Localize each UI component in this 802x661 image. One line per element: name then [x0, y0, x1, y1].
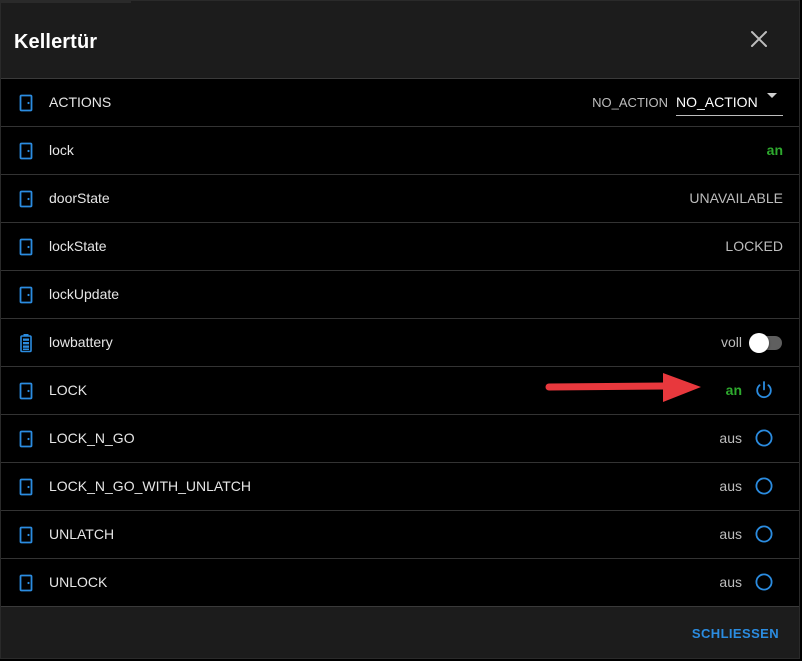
dropdown-arrow-icon	[767, 93, 777, 98]
entity-row-lockstate[interactable]: lockState LOCKED	[1, 223, 799, 271]
dialog-footer: SCHLIESSEN	[1, 607, 799, 660]
entity-state: NO_ACTION	[592, 95, 668, 110]
entity-row-lock-n-go: LOCK_N_GO aus	[1, 415, 799, 463]
entity-row-actions: ACTIONS NO_ACTION NO_ACTION	[1, 79, 799, 127]
entity-state: an	[725, 382, 742, 398]
close-icon	[751, 31, 767, 47]
entity-row-unlatch: UNLATCH aus	[1, 511, 799, 559]
dialog-header: Kellertür	[1, 1, 799, 79]
unlatch-button[interactable]	[753, 523, 775, 545]
door-icon	[19, 286, 33, 304]
lock-n-go-with-unlatch-button[interactable]	[753, 475, 775, 497]
entity-label: doorState	[49, 190, 110, 206]
circle-icon	[755, 573, 773, 591]
entity-state: UNAVAILABLE	[689, 190, 783, 206]
entity-state: aus	[719, 430, 742, 446]
close-dialog-button[interactable]: SCHLIESSEN	[692, 626, 779, 641]
entity-label: LOCK	[49, 382, 88, 398]
dialog-title: Kellertür	[14, 31, 98, 53]
actions-select[interactable]: NO_ACTION	[676, 87, 783, 116]
entity-dialog: Kellertür ACTIONS NO_ACTION NO_ACTION lo…	[0, 0, 800, 659]
entity-state: an	[766, 142, 783, 158]
power-icon	[756, 381, 772, 399]
close-button[interactable]	[749, 29, 769, 49]
entity-state: voll	[720, 334, 742, 350]
circle-icon	[755, 525, 773, 543]
circle-icon	[755, 477, 773, 495]
door-icon	[19, 478, 33, 496]
entity-row-lock-action: LOCK an	[1, 367, 799, 415]
lowbattery-toggle[interactable]	[749, 333, 782, 353]
toggle-thumb	[749, 333, 769, 353]
entity-label: lockState	[49, 238, 107, 254]
entity-row-unlock: UNLOCK aus	[1, 559, 799, 607]
entity-label: LOCK_N_GO	[49, 430, 135, 446]
entity-row-lowbattery: lowbattery voll	[1, 319, 799, 367]
entity-state: aus	[719, 526, 742, 542]
entity-label: LOCK_N_GO_WITH_UNLATCH	[49, 478, 252, 494]
door-icon	[19, 94, 33, 112]
entity-list: ACTIONS NO_ACTION NO_ACTION lock an door…	[1, 79, 799, 607]
circle-icon	[755, 429, 773, 447]
lock-n-go-button[interactable]	[753, 427, 775, 449]
door-icon	[19, 574, 33, 592]
entity-state: LOCKED	[725, 238, 783, 254]
entity-label: lockUpdate	[49, 286, 120, 302]
lock-power-button[interactable]	[753, 379, 775, 401]
entity-state: aus	[719, 574, 742, 590]
door-icon	[19, 430, 33, 448]
entity-row-lock[interactable]: lock an	[1, 127, 799, 175]
actions-select-value: NO_ACTION	[676, 94, 758, 110]
door-icon	[19, 526, 33, 544]
unlock-button[interactable]	[753, 571, 775, 593]
entity-label: ACTIONS	[49, 94, 112, 110]
door-icon	[19, 142, 33, 160]
door-icon	[19, 238, 33, 256]
entity-label: UNLATCH	[49, 526, 115, 542]
door-icon	[19, 190, 33, 208]
battery-icon	[20, 334, 32, 353]
door-icon	[19, 382, 33, 400]
entity-row-doorstate[interactable]: doorState UNAVAILABLE	[1, 175, 799, 223]
entity-state: aus	[719, 478, 742, 494]
entity-label: UNLOCK	[49, 574, 108, 590]
entity-row-lockupdate[interactable]: lockUpdate	[1, 271, 799, 319]
entity-label: lock	[49, 142, 74, 158]
entity-label: lowbattery	[49, 334, 113, 350]
entity-row-lock-n-go-with-unlatch: LOCK_N_GO_WITH_UNLATCH aus	[1, 463, 799, 511]
